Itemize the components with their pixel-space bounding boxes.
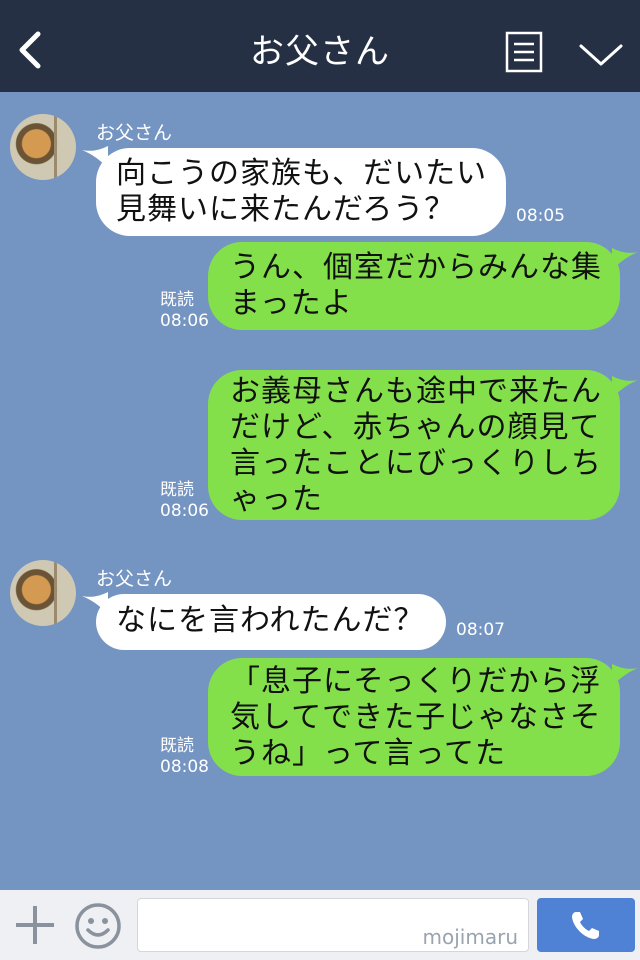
- sender-name: お父さん: [96, 568, 173, 590]
- message-time: 08:06: [160, 311, 209, 331]
- message-bubble-incoming[interactable]: なにを言われたんだ？: [96, 594, 446, 650]
- watermark: mojimaru: [422, 925, 518, 949]
- message-input[interactable]: mojimaru: [137, 898, 529, 952]
- call-button[interactable]: [537, 898, 635, 952]
- bubble-tail: [612, 376, 638, 398]
- phone-icon: [572, 912, 599, 939]
- message-meta: 08:05: [516, 206, 565, 227]
- message-bubble-outgoing[interactable]: うん、個室だからみんな集 まったよ: [208, 242, 620, 330]
- chat-header: お父さん: [0, 0, 640, 92]
- read-label: 既読: [160, 290, 194, 310]
- message-line: 向こうの家族も、だいたい: [116, 156, 488, 191]
- message-line: だけど、赤ちゃんの顔見て: [230, 410, 601, 445]
- message-line: なにを言われたんだ？: [116, 603, 425, 638]
- sender-name: お父さん: [96, 122, 173, 144]
- message-bubble-outgoing[interactable]: お義母さんも途中で来たん だけど、赤ちゃんの顔見て 言ったことにびっくりしち ゃ…: [208, 370, 620, 520]
- chat-title: お父さん: [250, 32, 390, 72]
- message-bubble-incoming[interactable]: 向こうの家族も、だいたい 見舞いに来たんだろう？: [96, 148, 506, 236]
- smile-icon[interactable]: [74, 902, 122, 950]
- message-line: お義母さんも途中で来たん: [230, 374, 602, 409]
- message-bubble-outgoing[interactable]: 「息子にそっくりだから浮 気してできた子じゃなさそ うね」って言ってた: [208, 658, 620, 776]
- message-time: 08:06: [160, 501, 209, 521]
- message-line: うね」って言ってた: [230, 736, 506, 771]
- message-line: ゃった: [230, 482, 323, 517]
- avatar[interactable]: [10, 114, 76, 180]
- read-label: 既読: [160, 736, 194, 756]
- read-label: 既読: [160, 480, 194, 500]
- avatar[interactable]: [10, 560, 76, 626]
- bubble-tail: [612, 664, 638, 686]
- message-meta: 既読 08:06: [160, 480, 209, 522]
- composer-bar: mojimaru: [0, 890, 640, 960]
- message-list[interactable]: お父さん 向こうの家族も、だいたい 見舞いに来たんだろう？ 08:05 既読 0…: [0, 92, 640, 890]
- message-time: 08:08: [160, 757, 209, 777]
- message-line: うん、個室だからみんな集: [230, 250, 602, 285]
- bubble-tail: [612, 248, 638, 270]
- message-line: 気してできた子じゃなさそ: [230, 700, 602, 735]
- document-menu-icon[interactable]: [505, 31, 543, 73]
- message-line: 「息子にそっくりだから浮: [230, 664, 602, 699]
- message-line: まったよ: [230, 286, 353, 321]
- message-meta: 08:07: [456, 620, 505, 641]
- message-line: 言ったことにびっくりしち: [230, 446, 602, 481]
- plus-icon[interactable]: [14, 904, 56, 946]
- message-time: 08:07: [456, 620, 505, 640]
- chevron-down-icon[interactable]: [578, 42, 624, 68]
- message-line: 見舞いに来たんだろう？: [116, 192, 456, 227]
- message-meta: 既読 08:08: [160, 736, 209, 778]
- message-meta: 既読 08:06: [160, 290, 209, 332]
- message-time: 08:05: [516, 206, 565, 226]
